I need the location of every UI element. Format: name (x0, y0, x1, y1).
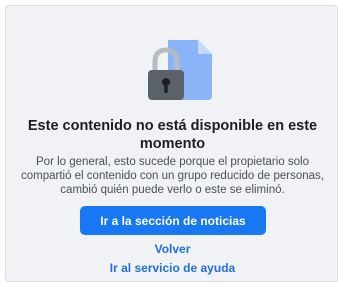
description-text: Por lo general, esto sucede porque el pr… (20, 156, 325, 196)
back-link[interactable]: Volver (6, 242, 339, 257)
content-unavailable-panel: Este contenido no está disponible en est… (5, 5, 338, 282)
page-title: Este contenido no está disponible en est… (27, 118, 318, 152)
go-to-news-feed-button[interactable]: Ir a la sección de noticias (80, 206, 266, 235)
locked-document-icon (148, 40, 212, 100)
help-center-link[interactable]: Ir al servicio de ayuda (6, 261, 339, 276)
